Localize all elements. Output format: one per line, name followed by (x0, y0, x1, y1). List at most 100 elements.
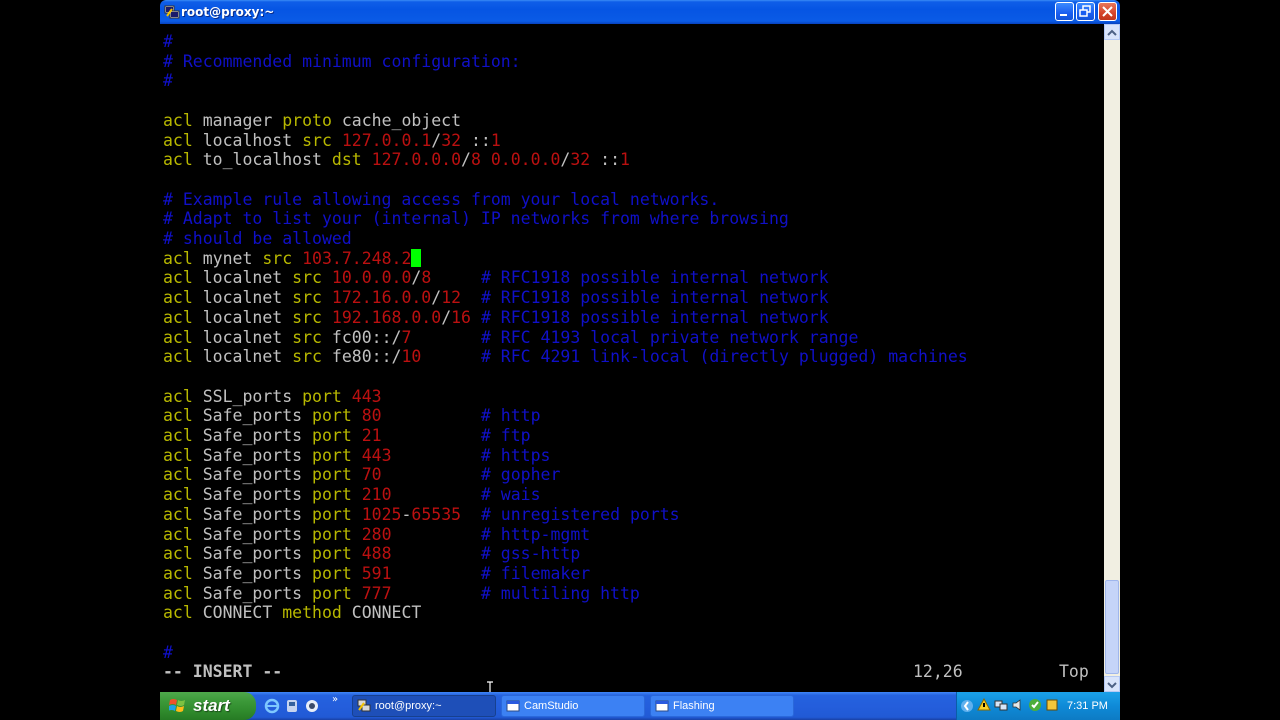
terminal-text: acl (163, 268, 203, 288)
putty-icon (357, 699, 371, 712)
terminal-line: acl localnet src fc00::/7 # RFC 4193 loc… (163, 328, 858, 348)
terminal-text: port (312, 504, 362, 524)
scroll-up-button[interactable] (1104, 24, 1120, 40)
terminal-text: 70 (361, 465, 382, 485)
volume-icon[interactable] (1011, 698, 1025, 712)
terminal-text: localnet (202, 347, 293, 367)
text-cursor-icon (487, 681, 493, 692)
terminal-text: acl (163, 130, 203, 150)
terminal-text: acl (163, 248, 203, 268)
terminal-line: acl localnet src fe80::/10 # RFC 4291 li… (163, 347, 968, 367)
terminal-text: Safe_ports (202, 524, 313, 544)
terminal-text: # http (480, 406, 541, 426)
terminal-text: port (312, 544, 362, 564)
antivirus-icon[interactable] (1028, 698, 1042, 712)
terminal-line: acl Safe_ports port 80 # http (163, 406, 541, 426)
terminal-line: # (163, 32, 173, 52)
terminal-text: # unregistered ports (480, 504, 680, 524)
quick-launch-more-icon[interactable]: » (332, 694, 338, 705)
scroll-down-button[interactable] (1104, 676, 1120, 692)
window-title: root@proxy:~ (181, 5, 275, 19)
terminal-text: acl (163, 485, 203, 505)
minimize-button[interactable] (1055, 2, 1074, 21)
terminal-text: SSL_ports (202, 386, 303, 406)
terminal-line: acl Safe_ports port 488 # gss-http (163, 544, 580, 564)
terminal-text: / (560, 150, 571, 170)
close-button[interactable] (1098, 2, 1117, 21)
terminal-text: acl (163, 563, 203, 583)
terminal-text: acl (163, 524, 203, 544)
tray-app-icon[interactable] (1045, 698, 1059, 712)
taskbar-item-camstudio[interactable]: CamStudio (501, 695, 645, 717)
terminal-text: # https (480, 445, 551, 465)
terminal-text: src (302, 130, 342, 150)
terminal-text: # multiling http (480, 583, 640, 603)
terminal-text: 16 (451, 307, 471, 327)
tray-expand-icon[interactable] (961, 699, 973, 713)
ie-icon[interactable] (264, 698, 280, 714)
chevron-down-icon (1107, 682, 1117, 689)
window-icon (506, 700, 520, 712)
minimize-icon (1060, 14, 1067, 16)
terminal-text: / (411, 268, 422, 288)
putty-window: root@proxy:~ -- INSERT -- 12,26 Top # # … (160, 0, 1120, 692)
terminal-text: fc00::/ (331, 327, 402, 347)
terminal-line: acl Safe_ports port 21 # ftp (163, 426, 531, 446)
terminal-text: acl (163, 110, 203, 130)
terminal-text: / (431, 288, 442, 308)
terminal-text: # Adapt to list your (internal) IP netwo… (163, 209, 789, 229)
terminal-area[interactable]: -- INSERT -- 12,26 Top # # Recommended mi… (160, 24, 1104, 692)
terminal-text: src (292, 347, 332, 367)
media-player-icon[interactable] (284, 698, 300, 714)
terminal-text: port (302, 386, 352, 406)
terminal-line: # Recommended minimum configuration: (163, 52, 521, 72)
terminal-text: 32 (441, 130, 462, 150)
terminal-text: port (312, 583, 362, 603)
terminal-text: # RFC1918 possible internal network (480, 288, 829, 308)
security-alert-icon[interactable] (977, 698, 991, 712)
taskbar-item-putty[interactable]: root@proxy:~ (352, 695, 496, 717)
terminal-text: # RFC 4291 link-local (directly plugged)… (480, 347, 968, 367)
screen: root@proxy:~ -- INSERT -- 12,26 Top # # … (0, 0, 1280, 720)
scrollbar-thumb[interactable] (1105, 580, 1119, 674)
terminal-line: acl Safe_ports port 1025-65535 # unregis… (163, 505, 680, 525)
network-icon[interactable] (994, 698, 1008, 712)
terminal-text: acl (163, 603, 203, 623)
messenger-icon[interactable] (304, 698, 320, 714)
terminal-text: acl (163, 406, 203, 426)
terminal-text: 10 (401, 347, 422, 367)
terminal-text: 488 (361, 544, 392, 564)
terminal-text: 127.0.0.1 (341, 130, 432, 150)
terminal-text: # gopher (480, 465, 561, 485)
vertical-scrollbar[interactable] (1104, 24, 1120, 692)
terminal-line: acl Safe_ports port 443 # https (163, 446, 550, 466)
terminal-line: # Adapt to list your (internal) IP netwo… (163, 209, 789, 229)
title-bar[interactable]: root@proxy:~ (160, 0, 1120, 24)
restore-button[interactable] (1076, 2, 1095, 21)
terminal-text: dst (331, 150, 372, 170)
terminal-text: acl (163, 465, 203, 485)
taskbar-item-label: Flashing (673, 700, 715, 712)
terminal-text: # ftp (480, 426, 531, 445)
terminal-text: acl (163, 307, 203, 327)
terminal-text: :: (461, 130, 491, 150)
scroll-position: Top (1059, 662, 1089, 681)
terminal-text: acl (163, 288, 203, 308)
start-button[interactable]: start (160, 692, 256, 720)
terminal-text: 21 (361, 426, 382, 445)
terminal-text: Safe_ports (202, 504, 313, 524)
cursor-position: 12,26 (913, 662, 963, 681)
terminal-text: 8 (421, 268, 432, 288)
terminal-text: 12 (441, 288, 462, 308)
terminal-line: acl to_localhost dst 127.0.0.0/8 0.0.0.0… (163, 150, 630, 170)
taskbar-item-flashing[interactable]: Flashing (650, 695, 794, 717)
restore-icon (1079, 5, 1091, 17)
terminal-text: # Recommended minimum configuration: (163, 51, 521, 71)
terminal-text: port (312, 563, 362, 583)
terminal-text: port (312, 406, 362, 426)
terminal-line: acl Safe_ports port 777 # multiling http (163, 584, 640, 604)
